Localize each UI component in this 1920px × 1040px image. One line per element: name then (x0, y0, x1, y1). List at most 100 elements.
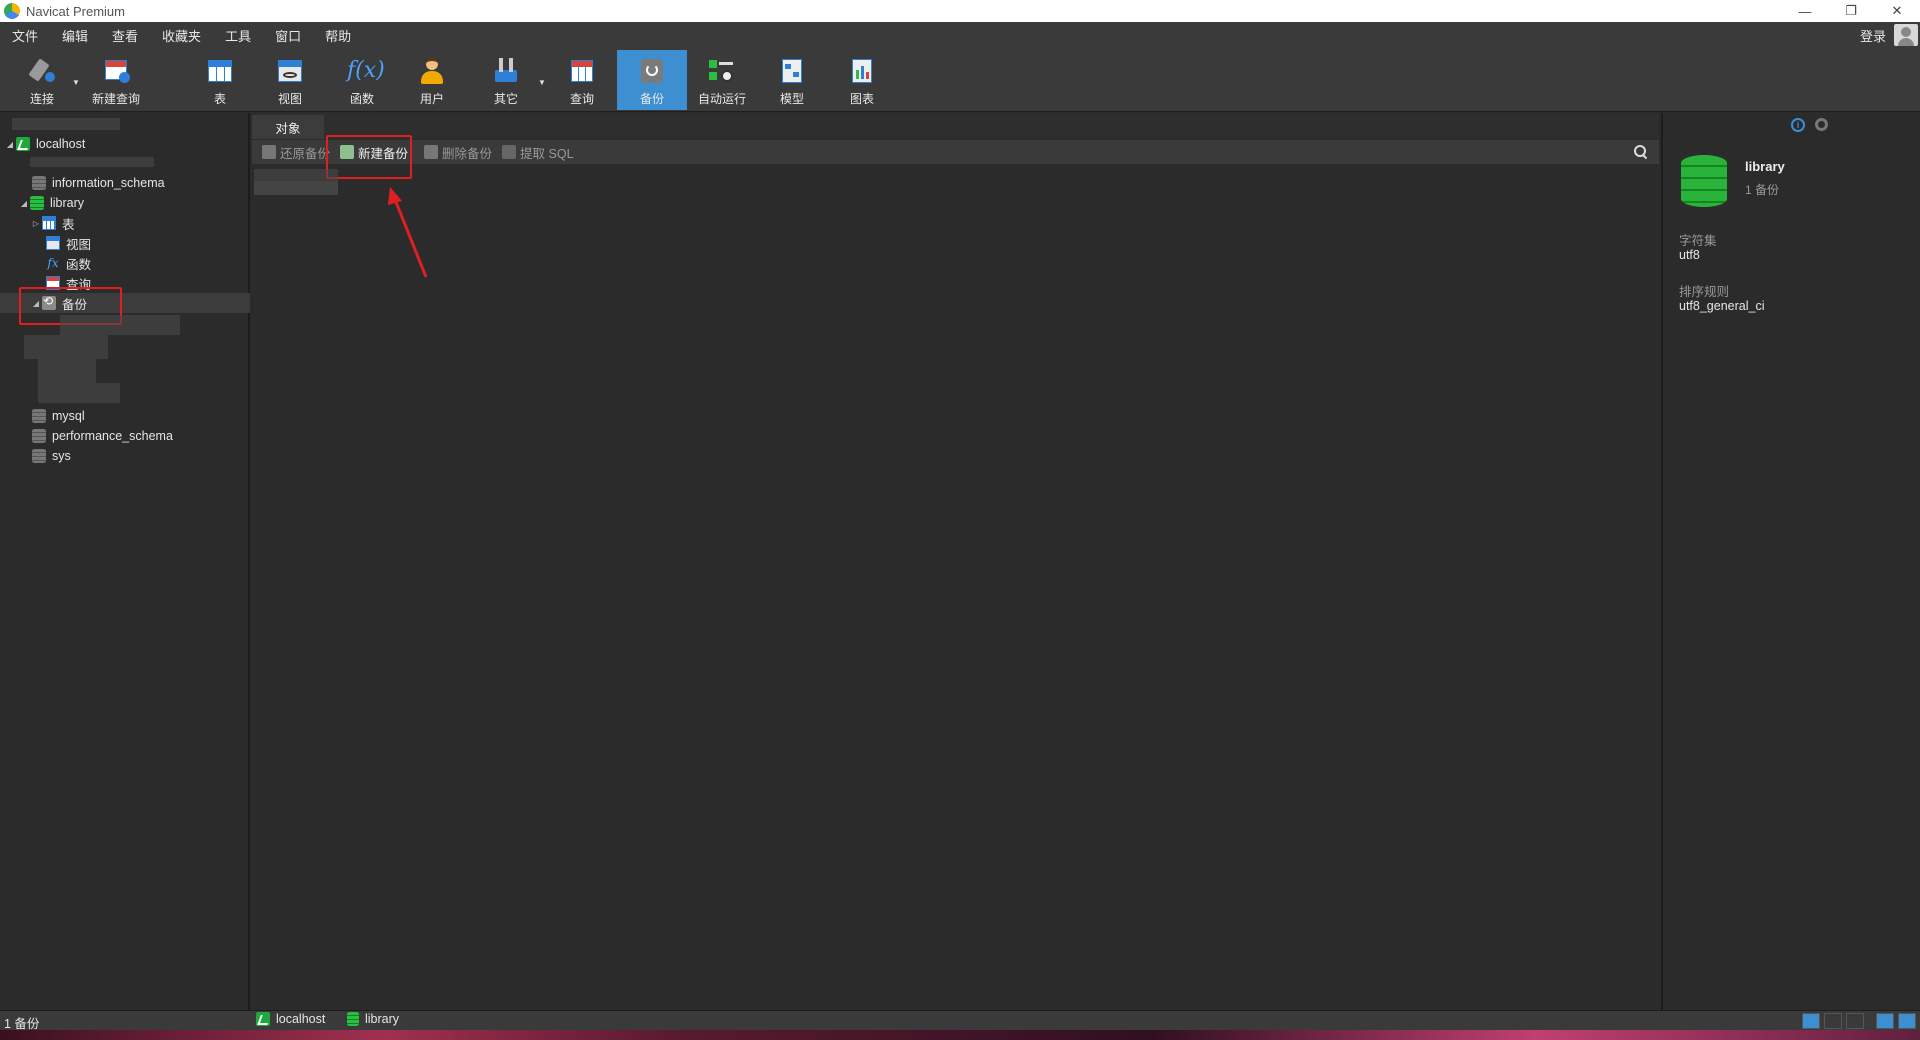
chart-icon (847, 56, 877, 86)
login-link[interactable]: 登录 (1860, 26, 1886, 45)
status-bar: 1 备份 localhost library (0, 1010, 1920, 1031)
redacted-item (38, 359, 96, 383)
menu-favorites[interactable]: 收藏夹 (150, 26, 213, 45)
collation-value: utf8_general_ci (1679, 299, 1765, 313)
backup-icon (637, 56, 667, 86)
menu-edit[interactable]: 编辑 (50, 26, 100, 45)
user-avatar-icon[interactable] (1894, 24, 1918, 46)
redacted-item (38, 383, 120, 403)
navicat-logo-icon (4, 3, 20, 19)
restore-icon (262, 145, 276, 159)
list-view-icon[interactable] (1824, 1013, 1842, 1029)
tab-objects[interactable]: 对象 (252, 115, 324, 139)
database-icon (32, 449, 46, 463)
table-icon (42, 216, 56, 230)
redacted-backup-item[interactable] (254, 181, 338, 195)
function-icon: fx (47, 256, 59, 270)
database-open-icon (30, 196, 44, 210)
automation-icon (707, 56, 737, 86)
connection-icon (16, 137, 30, 151)
delete-backup-button[interactable]: 删除备份 (420, 140, 496, 164)
grid-view-icon[interactable] (1802, 1013, 1820, 1029)
tree-db-library[interactable]: ◢ library (0, 193, 250, 213)
toolbar-automation-button[interactable]: 自动运行 (694, 50, 750, 110)
toolbar-backup-button[interactable]: 备份 (617, 50, 687, 110)
other-icon (491, 56, 521, 86)
expand-arrow-icon[interactable]: ◢ (18, 199, 30, 208)
connection-icon (256, 1012, 270, 1026)
tree-db-sys[interactable]: sys (0, 446, 250, 466)
collapse-arrow-icon[interactable]: ▷ (30, 219, 42, 228)
database-icon (32, 176, 46, 190)
detail-view-icon[interactable] (1846, 1013, 1864, 1029)
window-title: Navicat Premium (26, 3, 125, 19)
toolbar-query-button[interactable]: 查询 (562, 50, 602, 110)
main-toolbar: 连接 ▼ 新建查询 表 视图 f(x) 函数 用户 其它 ▼ 查询 备份 自动运… (0, 48, 1920, 112)
menu-file[interactable]: 文件 (0, 26, 50, 45)
tree-db-information-schema[interactable]: information_schema (0, 173, 250, 193)
model-icon (777, 56, 807, 86)
toolbar-chart-button[interactable]: 图表 (842, 50, 882, 110)
tree-connection-label: localhost (36, 137, 86, 151)
function-icon: f(x) (347, 58, 385, 83)
toggle-right-pane-icon[interactable] (1898, 1013, 1916, 1029)
close-button[interactable]: ✕ (1874, 0, 1920, 22)
database-icon (32, 409, 46, 423)
redacted-item (24, 335, 108, 359)
tree-db-performance-schema[interactable]: performance_schema (0, 426, 250, 446)
new-backup-highlight-box (326, 135, 412, 179)
toolbar-model-button[interactable]: 模型 (772, 50, 812, 110)
database-icon (32, 429, 46, 443)
tree-connection-localhost[interactable]: ◢ localhost (0, 134, 250, 154)
toggle-left-pane-icon[interactable] (1876, 1013, 1894, 1029)
toolbar-function-button[interactable]: f(x) 函数 (342, 50, 385, 110)
redacted-backup-item[interactable] (254, 169, 338, 181)
desktop-background-strip (0, 1030, 1920, 1040)
table-icon (205, 56, 235, 86)
tree-db-mysql[interactable]: mysql (0, 406, 250, 426)
menu-tools[interactable]: 工具 (213, 26, 263, 45)
info-panel: i library 1 备份 字符集 utf8 排序规则 utf8_genera… (1661, 113, 1920, 1010)
toolbar-table-button[interactable]: 表 (200, 50, 240, 110)
toolbar-user-button[interactable]: 用户 (412, 50, 452, 110)
search-icon[interactable] (1633, 144, 1647, 158)
toolbar-connection-button[interactable]: 连接 (20, 50, 64, 110)
new-query-icon (101, 56, 131, 86)
charset-label: 字符集 (1679, 234, 1717, 248)
query-icon (567, 56, 597, 86)
collation-label: 排序规则 (1679, 285, 1730, 299)
restore-backup-button[interactable]: 还原备份 (258, 140, 334, 164)
tree-library-tables[interactable]: ▷ 表 (0, 213, 250, 233)
database-icon (347, 1012, 359, 1026)
object-panel: 对象 还原备份 新建备份 删除备份 提取 SQL (252, 113, 1659, 1010)
view-icon (46, 236, 60, 250)
navigation-tree: ◢ localhost information_schema ◢ library… (0, 113, 250, 1010)
title-bar: Navicat Premium — ❐ ✕ (0, 0, 1920, 22)
info-icon[interactable]: i (1791, 118, 1805, 132)
view-mode-switcher (1802, 1013, 1916, 1029)
redacted-item (12, 118, 120, 130)
database-large-icon (1681, 155, 1727, 207)
info-backup-count: 1 备份 (1745, 183, 1780, 197)
extract-sql-icon (502, 145, 517, 159)
toolbar-view-button[interactable]: 视图 (270, 50, 310, 110)
restore-button[interactable]: ❐ (1828, 0, 1874, 22)
menu-view[interactable]: 查看 (100, 26, 150, 45)
connection-dropdown-icon[interactable]: ▼ (72, 78, 80, 87)
expand-arrow-icon[interactable]: ◢ (4, 140, 16, 149)
tree-library-functions[interactable]: fx 函数 (0, 253, 250, 273)
other-dropdown-icon[interactable]: ▼ (538, 78, 546, 87)
toolbar-new-query-button[interactable]: 新建查询 (88, 50, 144, 110)
menu-bar: 文件 编辑 查看 收藏夹 工具 窗口 帮助 登录 (0, 22, 1920, 48)
tree-library-views[interactable]: 视图 (0, 233, 250, 253)
menu-help[interactable]: 帮助 (313, 26, 363, 45)
minimize-button[interactable]: — (1782, 0, 1828, 22)
view-icon (275, 56, 305, 86)
menu-window[interactable]: 窗口 (263, 26, 313, 45)
connection-icon (27, 56, 57, 86)
toolbar-other-button[interactable]: 其它 (486, 50, 526, 110)
info-panel-tabs: i (1791, 118, 1828, 132)
extract-sql-button[interactable]: 提取 SQL (498, 140, 578, 164)
settings-icon[interactable] (1815, 118, 1828, 131)
redacted-item (60, 315, 180, 335)
